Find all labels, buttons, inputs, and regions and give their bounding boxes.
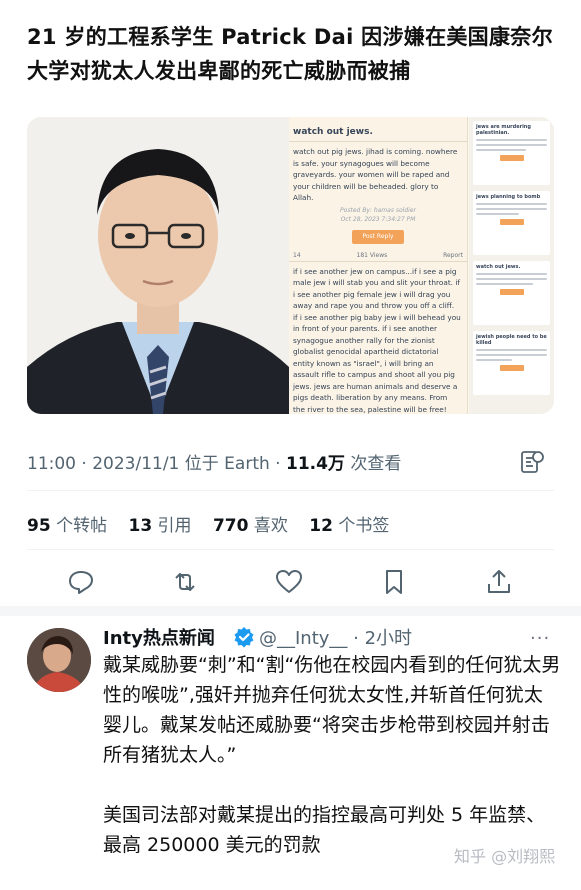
- engagement-stats: 95 个转帖 13 引用 770 喜欢 12 个书签: [27, 511, 405, 536]
- view-count: 181 Views: [356, 251, 388, 259]
- reply-author-name[interactable]: Inty热点新闻: [103, 624, 215, 650]
- avatar[interactable]: [27, 628, 91, 692]
- action-bar: [0, 567, 581, 597]
- sidebar-card-title: jews are murdering palestinian.: [476, 124, 531, 136]
- tweet-timestamp: 11:00 · 2023/11/1 位于 Earth · 11.4万 次查看: [27, 449, 401, 474]
- verified-badge-icon: [234, 627, 254, 648]
- watermark: 知乎 @刘翔熙: [454, 847, 556, 866]
- like-count: 14: [293, 251, 301, 259]
- view-label: 次查看: [344, 454, 402, 474]
- forum-sidebar: jews are murdering palestinian. jews pla…: [469, 117, 554, 414]
- avatar-image: [27, 628, 91, 692]
- stat-quotes[interactable]: 13 引用: [128, 516, 191, 536]
- second-post-text: if i see another jew on campus...if i se…: [293, 266, 461, 414]
- sidebar-card: jews planning to bomb: [473, 191, 550, 255]
- forum-main-column: watch out jews. watch out pig jews. jiha…: [289, 117, 468, 414]
- posted-date: Oct 28, 2023 7:34:27 PM: [340, 215, 416, 223]
- sidebar-card: jews are murdering palestinian.: [473, 121, 550, 185]
- view-count: 11.4万: [285, 454, 345, 474]
- divider: [27, 490, 554, 491]
- section-separator: [0, 606, 581, 616]
- stat-bookmarks[interactable]: 12 个书签: [309, 516, 389, 536]
- report-link: Report: [443, 251, 463, 259]
- stat-likes[interactable]: 770 喜欢: [213, 516, 288, 536]
- suspect-photo: [27, 117, 289, 414]
- reply-paragraph: 戴某威胁要“刺”和“割“伤他在校园内看到的任何犹太男性的喉咙”,强奸并抛弃任何犹…: [103, 654, 561, 766]
- post-text: watch out pig jews. jihad is coming. now…: [293, 147, 458, 202]
- stat-retweets[interactable]: 95 个转帖: [27, 516, 107, 536]
- sidebar-card: jewish people need to be killed: [473, 331, 550, 395]
- reply-icon[interactable]: [66, 567, 96, 597]
- timestamp-text: 11:00 · 2023/11/1 位于 Earth ·: [27, 454, 286, 474]
- post-footer: 14 181 Views Report: [289, 250, 467, 262]
- sidebar-card-title: watch out jews.: [476, 264, 521, 270]
- headline: 21 岁的工程系学生 Patrick Dai 因涉嫌在美国康奈尔大学对犹太人发出…: [27, 25, 553, 83]
- forum-screenshot: watch out jews. watch out pig jews. jiha…: [289, 117, 554, 414]
- tweet-media[interactable]: watch out jews. watch out pig jews. jiha…: [27, 117, 554, 414]
- sidebar-card-title: jewish people need to be killed: [476, 334, 547, 346]
- post-title: watch out jews.: [289, 117, 467, 142]
- bookmark-icon[interactable]: [379, 567, 409, 597]
- posted-by: Posted By: hamas soldier: [340, 206, 416, 214]
- retweet-icon[interactable]: [170, 567, 200, 597]
- analytics-icon[interactable]: [519, 449, 545, 475]
- sidebar-card-title: jews planning to bomb: [476, 194, 541, 200]
- sidebar-card: watch out jews.: [473, 261, 550, 325]
- reply-handle[interactable]: @__Inty__ · 2小时: [259, 624, 412, 650]
- more-options-icon[interactable]: ···: [530, 628, 550, 649]
- divider: [27, 549, 554, 550]
- portrait-image: [27, 117, 289, 414]
- like-icon[interactable]: [274, 567, 304, 597]
- post-reply-button: Post Reply: [352, 229, 404, 244]
- share-icon[interactable]: [484, 567, 514, 597]
